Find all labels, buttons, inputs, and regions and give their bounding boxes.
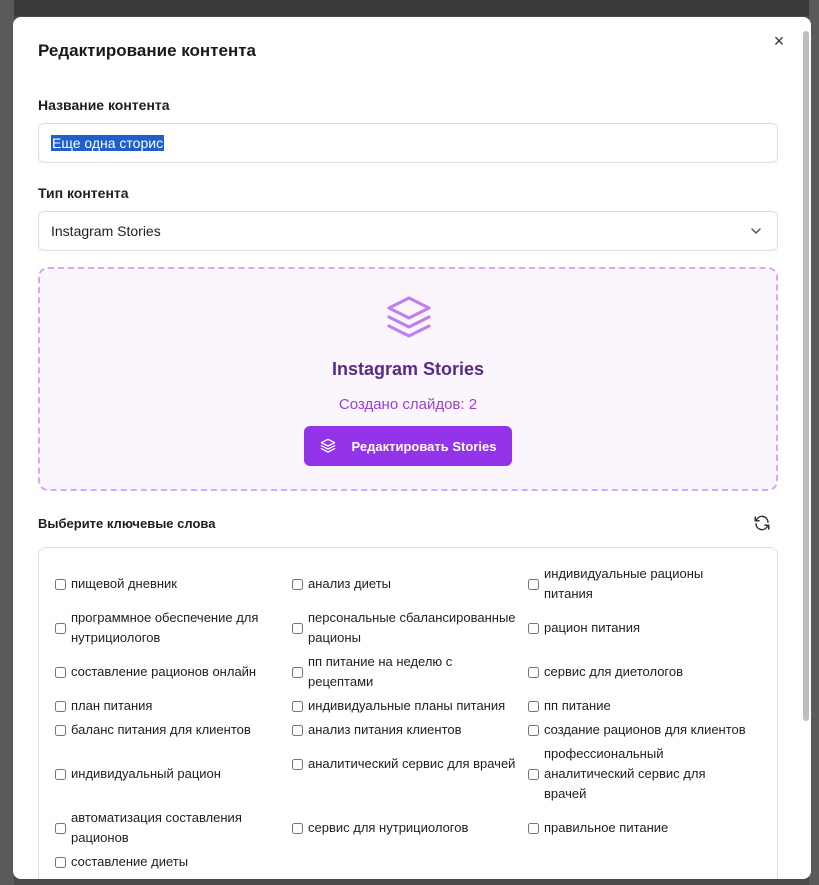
keyword-checkbox[interactable]	[528, 666, 539, 678]
keyword-checkbox[interactable]	[528, 822, 539, 834]
keyword-checkbox[interactable]	[55, 724, 66, 736]
keyword-checkbox[interactable]	[292, 724, 303, 736]
keyword-item[interactable]: сервис для нутрициологов	[292, 818, 516, 838]
stories-title: Instagram Stories	[331, 359, 485, 379]
keyword-checkbox[interactable]	[528, 700, 539, 712]
keyword-checkbox[interactable]	[55, 768, 66, 780]
keyword-checkbox[interactable]	[292, 700, 303, 712]
edit-stories-button[interactable]: Редактировать Stories	[304, 426, 512, 466]
keyword-item[interactable]: составление рационов онлайн	[55, 662, 279, 682]
keyword-item[interactable]: персональные сбалансированные рационы	[292, 608, 516, 648]
keyword-item[interactable]: аналитический сервис для врачей	[292, 754, 516, 774]
keyword-item[interactable]: пищевой дневник	[55, 574, 279, 594]
content-type-select[interactable]: Instagram Stories	[38, 211, 778, 251]
layers-icon	[387, 296, 431, 338]
keyword-item[interactable]: составление диеты	[55, 852, 279, 872]
keyword-item[interactable]: создание рационов для клиентов	[528, 720, 768, 740]
background-left-edge	[0, 0, 14, 885]
refresh-icon[interactable]	[753, 514, 771, 532]
keyword-item[interactable]: профессиональный аналитический сервис дл…	[528, 744, 728, 804]
content-type-label: Тип контента	[38, 185, 129, 201]
keyword-checkbox[interactable]	[55, 578, 66, 590]
edit-stories-label: Редактировать Stories	[351, 438, 497, 454]
content-name-value: Еще одна сторис	[51, 135, 165, 151]
keyword-item[interactable]: индивидуальный рацион	[55, 764, 279, 784]
keywords-label: Выберите ключевые слова	[38, 516, 216, 531]
keyword-item[interactable]: анализ диеты	[292, 574, 516, 594]
keyword-item[interactable]: баланс питания для клиентов	[55, 720, 279, 740]
keyword-item[interactable]: индивидуальные планы питания	[292, 696, 528, 716]
keyword-item[interactable]: сервис для диетологов	[528, 662, 752, 682]
content-type-value: Instagram Stories	[51, 223, 161, 239]
stories-panel: Instagram Stories Создано слайдов: 2 Ред…	[38, 267, 778, 491]
keyword-item[interactable]: пп питание	[528, 696, 752, 716]
keyword-checkbox[interactable]	[292, 666, 303, 678]
modal-title: Редактирование контента	[38, 41, 257, 60]
slides-count: Создано слайдов: 2	[338, 396, 478, 413]
content-name-input[interactable]: Еще одна сторис	[38, 123, 778, 163]
keyword-item[interactable]: анализ питания клиентов	[292, 720, 516, 740]
keywords-list: пищевой дневник анализ диеты индивидуаль…	[38, 547, 778, 879]
keyword-checkbox[interactable]	[292, 822, 303, 834]
keyword-checkbox[interactable]	[55, 622, 66, 634]
edit-content-modal: Редактирование контента × Название конте…	[13, 17, 811, 879]
chevron-down-icon	[751, 228, 761, 234]
modal-scrollbar[interactable]	[803, 31, 809, 721]
keyword-checkbox[interactable]	[292, 578, 303, 590]
keyword-item[interactable]: рацион питания	[528, 618, 752, 638]
content-name-label: Название контента	[38, 97, 170, 113]
keyword-checkbox[interactable]	[55, 700, 66, 712]
keyword-checkbox[interactable]	[55, 666, 66, 678]
keyword-checkbox[interactable]	[292, 758, 303, 770]
keyword-item[interactable]: программное обеспечение для нутрициолого…	[55, 608, 279, 648]
keyword-item[interactable]: индивидуальные рационы питания	[528, 564, 752, 604]
close-icon[interactable]: ×	[770, 32, 788, 50]
keyword-checkbox[interactable]	[528, 724, 539, 736]
keyword-checkbox[interactable]	[528, 622, 539, 634]
keyword-checkbox[interactable]	[55, 856, 66, 868]
layers-icon	[320, 438, 335, 453]
keyword-checkbox[interactable]	[292, 622, 303, 634]
keyword-item[interactable]: автоматизация составления рационов	[55, 808, 279, 848]
keyword-checkbox[interactable]	[528, 768, 539, 780]
background-top	[0, 0, 819, 16]
keyword-checkbox[interactable]	[55, 822, 66, 834]
keyword-item[interactable]: план питания	[55, 696, 279, 716]
keyword-item[interactable]: пп питание на неделю с рецептами	[292, 652, 516, 692]
keyword-item[interactable]: правильное питание	[528, 818, 752, 838]
keyword-checkbox[interactable]	[528, 578, 539, 590]
